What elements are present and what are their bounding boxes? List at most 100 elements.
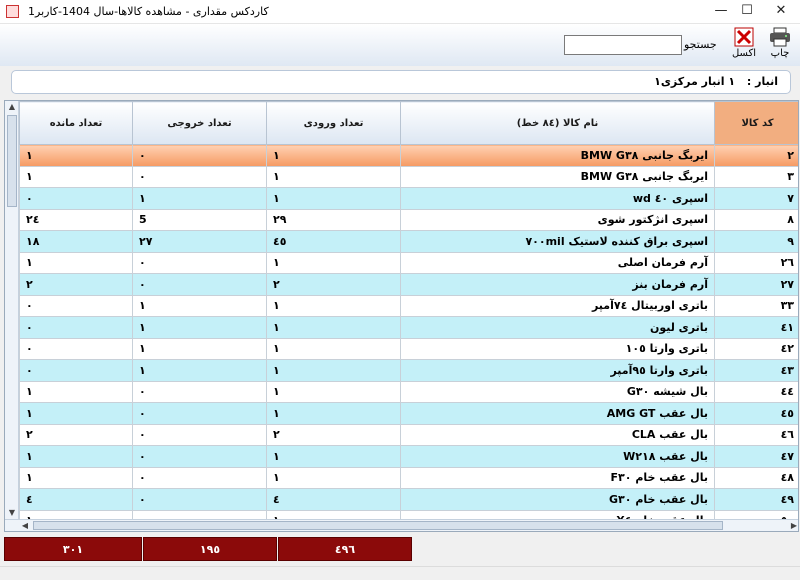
cell-out[interactable]: ٠	[132, 380, 267, 403]
cell-in[interactable]: ٢٩	[266, 208, 401, 231]
excel-button[interactable]: اکسل	[728, 27, 760, 65]
table-row[interactable]: ٣٣ باتری اوربیتال ٧٤آمپر ١ ١ ٠	[19, 294, 798, 317]
cell-name[interactable]: بال عقب خام F٣٠	[400, 466, 715, 489]
search-input[interactable]	[564, 35, 682, 55]
table-row[interactable]: ٨ اسپری انژکتور شوی ٢٩ 5 ٢٤	[19, 208, 798, 231]
cell-code[interactable]: ٤١	[714, 316, 798, 339]
cell-name[interactable]: اسپری براق کننده لاستیک ٧٠٠mil	[400, 230, 715, 253]
cell-name[interactable]: بال عقب W٢١٨	[400, 445, 715, 468]
cell-name[interactable]: ایربگ جانبی BMW G٣٨	[400, 144, 715, 167]
cell-name[interactable]: باتری وارتا ١٠٥	[400, 337, 715, 360]
cell-out[interactable]: ٠	[132, 466, 267, 489]
cell-in[interactable]: ١	[266, 316, 401, 339]
cell-out[interactable]: ١	[132, 316, 267, 339]
table-row[interactable]: ٤٤ بال شیشه G٣٠ ١ ٠ ١	[19, 380, 798, 403]
cell-in[interactable]: ١	[266, 187, 401, 210]
print-button[interactable]: چاپ	[764, 27, 796, 65]
table-row[interactable]: ٤١ باتری لیون ١ ١ ٠	[19, 316, 798, 339]
cell-in[interactable]: ١	[266, 445, 401, 468]
cell-in[interactable]: ١	[266, 466, 401, 489]
close-button[interactable]: ✕	[766, 0, 796, 24]
cell-in[interactable]: ١	[266, 380, 401, 403]
cell-name[interactable]: بال عقب CLA	[400, 423, 715, 446]
cell-in[interactable]: ١	[266, 337, 401, 360]
cell-in[interactable]: ١	[266, 294, 401, 317]
cell-remain[interactable]: ١	[19, 402, 133, 425]
cell-remain[interactable]: ٠	[19, 359, 133, 382]
header-code[interactable]: کد کالا	[714, 101, 798, 145]
cell-remain[interactable]: ١	[19, 380, 133, 403]
scroll-down-icon[interactable]: ▼	[5, 507, 19, 519]
scroll-left-icon[interactable]: ◀	[19, 520, 31, 531]
cell-code[interactable]: ٧	[714, 187, 798, 210]
cell-out[interactable]: ٠	[132, 445, 267, 468]
cell-remain[interactable]: ١٨	[19, 230, 133, 253]
items-grid[interactable]: ▲ ▼ کد کالا نام کالا (٨٤ خط) تعداد ورودی…	[4, 100, 799, 532]
cell-code[interactable]: ٣٣	[714, 294, 798, 317]
cell-in[interactable]: ٢	[266, 273, 401, 296]
cell-code[interactable]: ٤٧	[714, 445, 798, 468]
cell-in[interactable]: ٤٥	[266, 230, 401, 253]
cell-name[interactable]: باتری اوربیتال ٧٤آمپر	[400, 294, 715, 317]
header-in[interactable]: تعداد ورودی	[266, 101, 401, 145]
cell-name[interactable]: بال عقب AMG GT	[400, 402, 715, 425]
header-name[interactable]: نام کالا (٨٤ خط)	[400, 101, 715, 145]
cell-remain[interactable]: ٢	[19, 423, 133, 446]
cell-name[interactable]: اسپری ٤٠ wd	[400, 187, 715, 210]
cell-in[interactable]: ٤	[266, 488, 401, 511]
cell-remain[interactable]: ٠	[19, 337, 133, 360]
cell-name[interactable]: اسپری انژکتور شوی	[400, 208, 715, 231]
cell-name[interactable]: بال عقب خام G٣٠	[400, 488, 715, 511]
cell-code[interactable]: ٤٥	[714, 402, 798, 425]
cell-code[interactable]: ٢٦	[714, 251, 798, 274]
cell-remain[interactable]: ٢٤	[19, 208, 133, 231]
cell-out[interactable]: ٠	[132, 165, 267, 188]
cell-code[interactable]: ٤٨	[714, 466, 798, 489]
cell-out[interactable]: ٠	[132, 402, 267, 425]
cell-out[interactable]: 5	[132, 208, 267, 231]
cell-code[interactable]: ٤٦	[714, 423, 798, 446]
cell-remain[interactable]: ٠	[19, 187, 133, 210]
cell-in[interactable]: ١	[266, 402, 401, 425]
cell-remain[interactable]: ١	[19, 466, 133, 489]
table-row[interactable]: ٣ ایربگ جانبی BMW G٣٨ ١ ٠ ١	[19, 165, 798, 188]
table-row[interactable]: ٤٣ باتری وارتا ٩٥آمپر ١ ١ ٠	[19, 359, 798, 382]
cell-remain[interactable]: ١	[19, 445, 133, 468]
cell-code[interactable]: ٤٩	[714, 488, 798, 511]
cell-code[interactable]: ٢٧	[714, 273, 798, 296]
cell-name[interactable]: بال شیشه G٣٠	[400, 380, 715, 403]
cell-name[interactable]: باتری وارتا ٩٥آمپر	[400, 359, 715, 382]
table-row[interactable]: ٧ اسپری ٤٠ wd ١ ١ ٠	[19, 187, 798, 210]
cell-in[interactable]: ١	[266, 144, 401, 167]
cell-code[interactable]: ٩	[714, 230, 798, 253]
header-remain[interactable]: تعداد مانده	[19, 101, 133, 145]
table-row[interactable]: ٢ ایربگ جانبی BMW G٣٨ ١ ٠ ١	[19, 144, 798, 167]
cell-name[interactable]: آرم فرمان اصلی	[400, 251, 715, 274]
table-row[interactable]: ٢٦ آرم فرمان اصلی ١ ٠ ١	[19, 251, 798, 274]
table-row[interactable]: ٤٢ باتری وارتا ١٠٥ ١ ١ ٠	[19, 337, 798, 360]
table-row[interactable]: ٩ اسپری براق کننده لاستیک ٧٠٠mil ٤٥ ٢٧ ١٨	[19, 230, 798, 253]
cell-out[interactable]: ٠	[132, 488, 267, 511]
cell-out[interactable]: ١	[132, 294, 267, 317]
table-row[interactable]: ٤٧ بال عقب W٢١٨ ١ ٠ ١	[19, 445, 798, 468]
table-row[interactable]: ٤٥ بال عقب AMG GT ١ ٠ ١	[19, 402, 798, 425]
table-row[interactable]: ٢٧ آرم فرمان بنز ٢ ٠ ٢	[19, 273, 798, 296]
cell-code[interactable]: ٨	[714, 208, 798, 231]
cell-name[interactable]: ایربگ جانبی BMW G٣٨	[400, 165, 715, 188]
header-out[interactable]: تعداد خروجی	[132, 101, 267, 145]
scroll-up-icon[interactable]: ▲	[5, 101, 19, 113]
cell-name[interactable]: آرم فرمان بنز	[400, 273, 715, 296]
scroll-right-icon[interactable]: ▶	[788, 520, 798, 531]
horizontal-scroll-thumb[interactable]	[33, 521, 723, 530]
cell-code[interactable]: ٢	[714, 144, 798, 167]
cell-remain[interactable]: ١	[19, 165, 133, 188]
cell-in[interactable]: ١	[266, 165, 401, 188]
cell-remain[interactable]: ٠	[19, 294, 133, 317]
cell-remain[interactable]: ١	[19, 144, 133, 167]
cell-out[interactable]: ٢٧	[132, 230, 267, 253]
vertical-scroll-thumb[interactable]	[7, 115, 17, 207]
vertical-scrollbar[interactable]: ▲ ▼	[5, 101, 19, 519]
cell-out[interactable]: ٠	[132, 423, 267, 446]
cell-out[interactable]: ٠	[132, 251, 267, 274]
cell-code[interactable]: ٤٤	[714, 380, 798, 403]
